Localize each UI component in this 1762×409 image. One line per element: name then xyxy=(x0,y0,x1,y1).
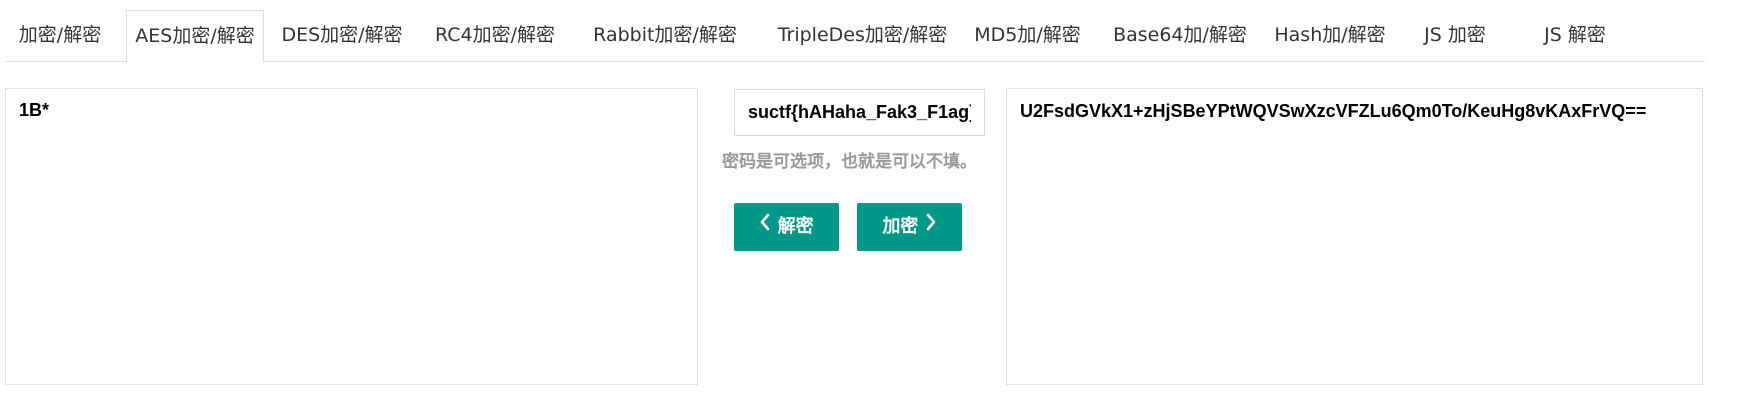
tab-js-encrypt[interactable]: JS 加密 xyxy=(1410,10,1500,62)
key-input[interactable] xyxy=(734,89,985,136)
tab-bar: 加密/解密 AES加密/解密 DES加密/解密 RC4加密/解密 Rabbit加… xyxy=(5,10,1705,63)
key-hint: 密码是可选项，也就是可以不填。 xyxy=(722,152,977,172)
ciphertext-textarea[interactable]: U2FsdGVkX1+zHjSBeYPtWQVSwXzcVFZLu6Qm0To/… xyxy=(1006,88,1703,385)
decrypt-label: 解密 xyxy=(777,216,814,237)
tab-base64[interactable]: Base64加/解密 xyxy=(1105,10,1255,62)
encrypt-button[interactable]: 加密 xyxy=(857,203,962,251)
tab-aes[interactable]: AES加密/解密 xyxy=(126,10,264,63)
tab-hash[interactable]: Hash加/解密 xyxy=(1265,10,1395,62)
tab-rabbit[interactable]: Rabbit加密/解密 xyxy=(585,10,745,62)
plaintext-textarea[interactable]: 1B* xyxy=(5,88,698,385)
tab-encrypt-decrypt[interactable]: 加密/解密 xyxy=(5,10,115,62)
chevron-left-icon xyxy=(759,202,771,250)
encrypt-label: 加密 xyxy=(882,216,919,237)
tab-js-decrypt[interactable]: JS 解密 xyxy=(1525,10,1625,62)
tab-des[interactable]: DES加密/解密 xyxy=(277,10,407,62)
chevron-right-icon xyxy=(925,202,937,250)
tab-rc4[interactable]: RC4加密/解密 xyxy=(430,10,560,62)
tab-tripledes[interactable]: TripleDes加密/解密 xyxy=(765,10,960,62)
tab-md5[interactable]: MD5加/解密 xyxy=(965,10,1090,62)
decrypt-button[interactable]: 解密 xyxy=(734,203,839,251)
